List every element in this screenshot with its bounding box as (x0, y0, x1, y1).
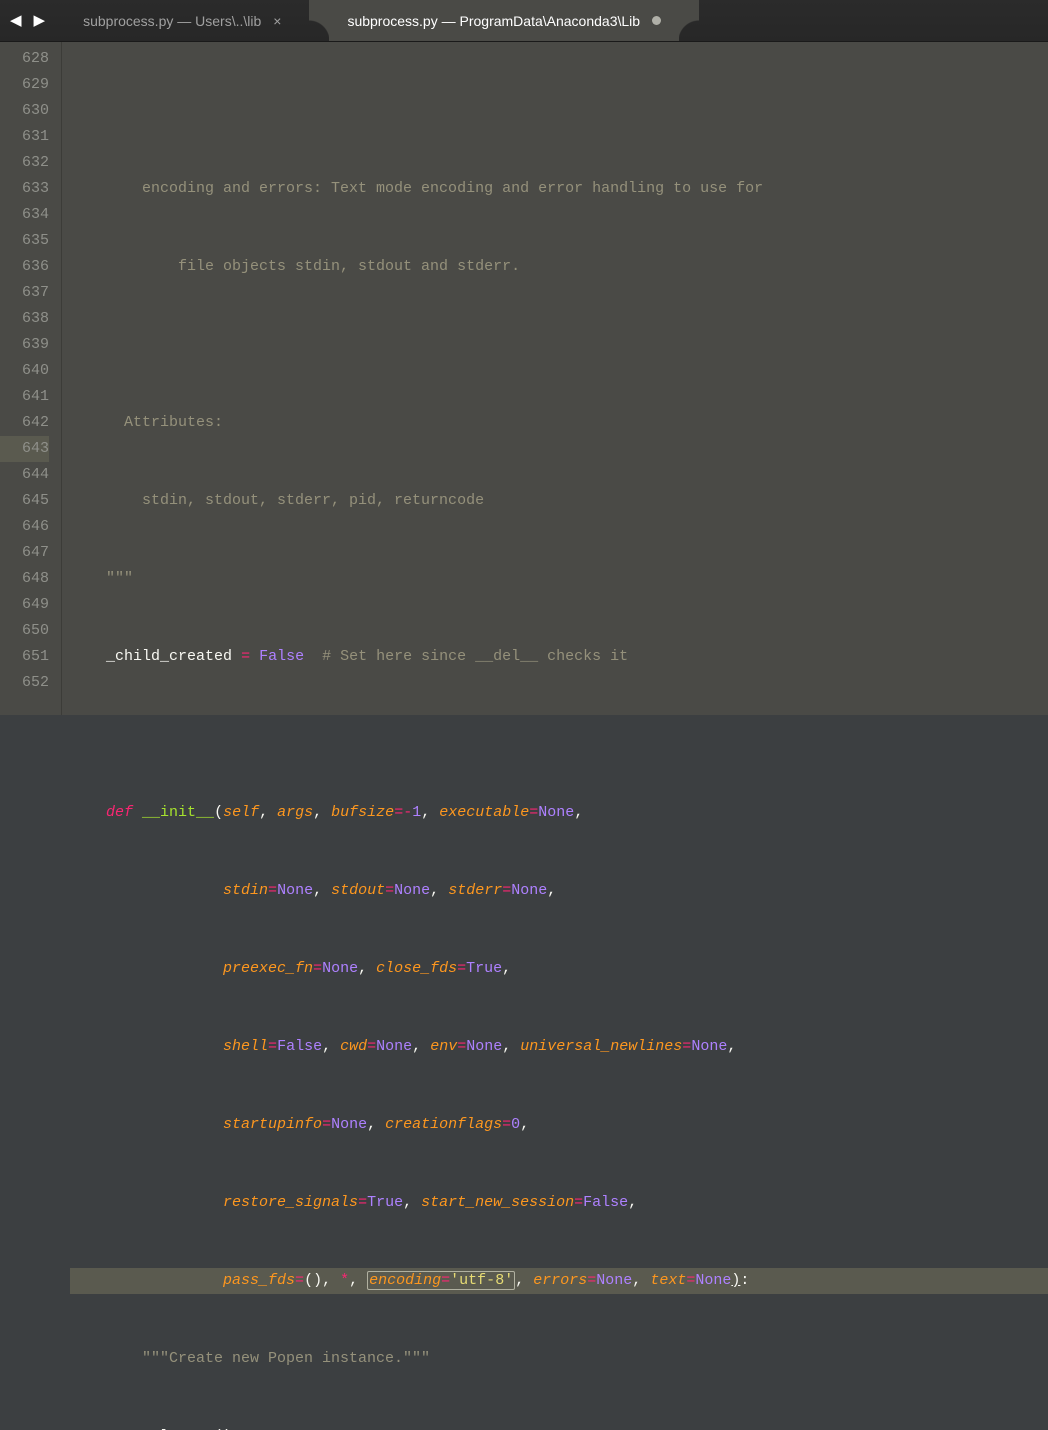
code-line: preexec_fn=None, close_fds=True, (70, 956, 1048, 982)
code-line: def __init__(self, args, bufsize=-1, exe… (70, 800, 1048, 826)
code-line: file objects stdin, stdout and stderr. (70, 254, 1048, 280)
gutter-line-number: 632 (0, 150, 49, 176)
gutter-line-number: 647 (0, 540, 49, 566)
gutter-line-number: 648 (0, 566, 49, 592)
code-line: Attributes: (70, 410, 1048, 436)
code-line: shell=False, cwd=None, env=None, univers… (70, 1034, 1048, 1060)
tab-subprocess-anaconda[interactable]: subprocess.py — ProgramData\Anaconda3\Li… (329, 0, 679, 41)
code-line-active: pass_fds=(), *, encoding='utf-8', errors… (70, 1268, 1048, 1294)
gutter-line-number: 644 (0, 462, 49, 488)
gutter-line-number: 651 (0, 644, 49, 670)
tab-label: subprocess.py — ProgramData\Anaconda3\Li… (347, 13, 640, 29)
close-icon[interactable]: × (273, 13, 281, 29)
tab-nav: ◀ ▶ (0, 11, 55, 30)
code-line (70, 332, 1048, 358)
code-line: """Create new Popen instance.""" (70, 1346, 1048, 1372)
gutter: 6286296306316326336346356366376386396406… (0, 42, 62, 715)
tab-subprocess-users[interactable]: subprocess.py — Users\..\lib × (65, 0, 299, 41)
gutter-line-number: 652 (0, 670, 49, 696)
gutter-line-number: 629 (0, 72, 49, 98)
editor: 6286296306316326336346356366376386396406… (0, 42, 1048, 715)
gutter-line-number: 633 (0, 176, 49, 202)
nav-back-icon[interactable]: ◀ (10, 11, 22, 30)
gutter-line-number: 643 (0, 436, 49, 462)
tab-bar: ◀ ▶ subprocess.py — Users\..\lib × subpr… (0, 0, 1048, 42)
gutter-line-number: 630 (0, 98, 49, 124)
gutter-line-number: 631 (0, 124, 49, 150)
code-line: _cleanup() (70, 1424, 1048, 1430)
gutter-line-number: 641 (0, 384, 49, 410)
gutter-line-number: 649 (0, 592, 49, 618)
gutter-line-number: 638 (0, 306, 49, 332)
gutter-line-number: 640 (0, 358, 49, 384)
dirty-indicator-icon (652, 16, 661, 25)
gutter-line-number: 646 (0, 514, 49, 540)
gutter-line-number: 639 (0, 332, 49, 358)
gutter-line-number: 650 (0, 618, 49, 644)
code-area[interactable]: encoding and errors: Text mode encoding … (62, 42, 1048, 715)
gutter-line-number: 635 (0, 228, 49, 254)
gutter-line-number: 636 (0, 254, 49, 280)
gutter-line-number: 628 (0, 46, 49, 72)
nav-forward-icon[interactable]: ▶ (34, 11, 46, 30)
gutter-line-number: 637 (0, 280, 49, 306)
gutter-line-number: 645 (0, 488, 49, 514)
code-line: encoding and errors: Text mode encoding … (70, 176, 1048, 202)
code-line (70, 722, 1048, 748)
code-line (70, 98, 1048, 124)
code-line: restore_signals=True, start_new_session=… (70, 1190, 1048, 1216)
code-line: _child_created = False # Set here since … (70, 644, 1048, 670)
code-line: startupinfo=None, creationflags=0, (70, 1112, 1048, 1138)
tab-label: subprocess.py — Users\..\lib (83, 13, 261, 29)
gutter-line-number: 634 (0, 202, 49, 228)
code-line: """ (70, 566, 1048, 592)
code-line: stdin, stdout, stderr, pid, returncode (70, 488, 1048, 514)
code-line: stdin=None, stdout=None, stderr=None, (70, 878, 1048, 904)
gutter-line-number: 642 (0, 410, 49, 436)
